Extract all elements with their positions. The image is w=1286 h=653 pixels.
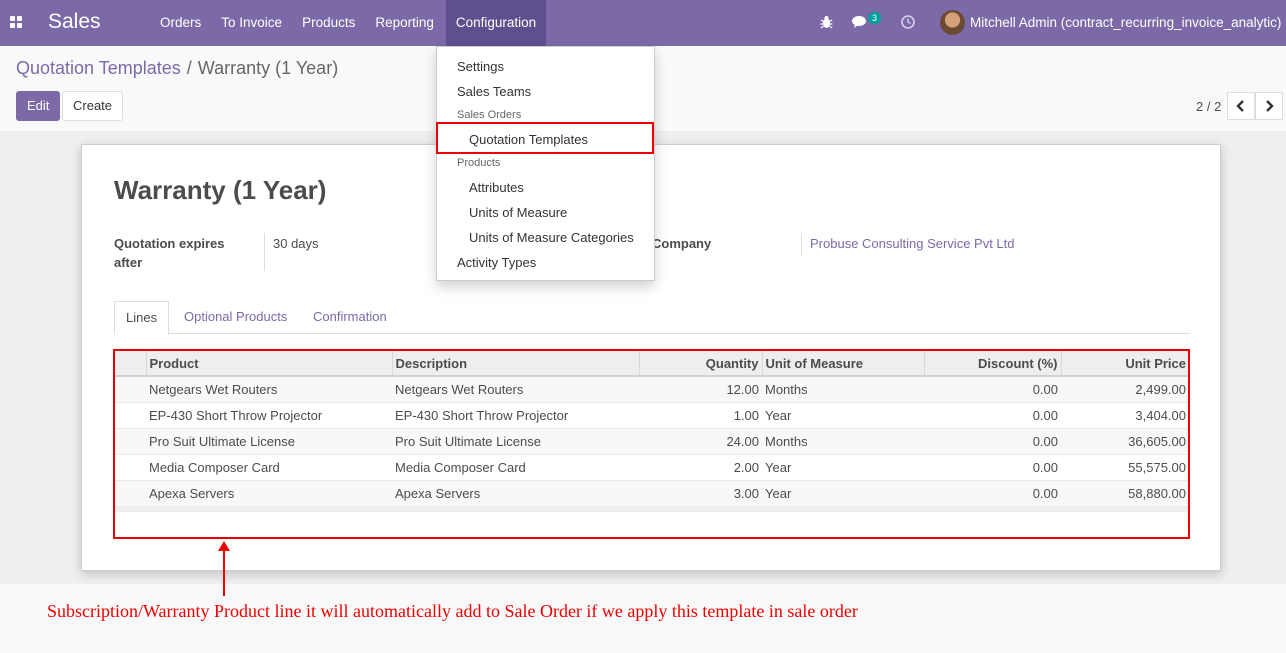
pager-next-button[interactable]	[1255, 92, 1283, 120]
tab-lines[interactable]: Lines	[114, 301, 170, 335]
field-divider	[801, 233, 802, 256]
menu-item-activity-types[interactable]: Activity Types	[457, 255, 536, 270]
notebook-tabs: Lines Optional Products Confirmation	[114, 301, 1190, 335]
menu-highlight-box	[436, 122, 654, 154]
chevron-right-icon	[1266, 100, 1274, 112]
expires-label: Quotation expires after	[114, 236, 225, 270]
field-divider	[264, 233, 265, 271]
company-label: Company	[652, 236, 712, 251]
top-navbar: Sales Orders To Invoice Products Reporti…	[0, 0, 1286, 46]
avatar[interactable]	[940, 10, 965, 35]
chevron-left-icon	[1236, 100, 1244, 112]
apps-icon[interactable]	[10, 16, 22, 28]
configuration-dropdown: Settings Sales Teams Sales Orders Quotat…	[436, 46, 655, 281]
menu-orders[interactable]: Orders	[152, 0, 209, 46]
chat-icon[interactable]	[852, 15, 868, 29]
chat-count-badge: 3	[868, 12, 882, 24]
breadcrumb-parent[interactable]: Quotation Templates	[16, 58, 181, 78]
record-title: Warranty (1 Year)	[114, 175, 327, 205]
arrow-line	[223, 548, 225, 596]
menu-header-sales-orders: Sales Orders	[457, 109, 522, 121]
menu-to-invoice[interactable]: To Invoice	[213, 0, 290, 46]
main-menu: Orders To Invoice Products Reporting Con…	[152, 0, 550, 46]
clock-icon[interactable]	[901, 15, 915, 29]
tab-optional-products[interactable]: Optional Products	[184, 301, 287, 334]
menu-header-products: Products	[457, 157, 501, 169]
menu-reporting[interactable]: Reporting	[367, 0, 442, 46]
pager-value[interactable]: 2 / 2	[1196, 99, 1221, 114]
menu-products[interactable]: Products	[294, 0, 363, 46]
menu-item-sales-teams[interactable]: Sales Teams	[457, 84, 531, 99]
pager-previous-button[interactable]	[1227, 92, 1255, 120]
app-brand[interactable]: Sales	[48, 10, 101, 34]
edit-button[interactable]: Edit	[16, 91, 61, 121]
table-highlight-box	[113, 349, 1190, 539]
menu-item-units-of-measure[interactable]: Units of Measure	[469, 205, 567, 220]
breadcrumb-separator: /	[186, 58, 192, 78]
company-link[interactable]: Probuse Consulting Service Pvt Ltd	[810, 234, 1015, 253]
create-button[interactable]: Create	[62, 91, 124, 121]
annotation-text: Subscription/Warranty Product line it wi…	[47, 601, 858, 621]
menu-configuration[interactable]: Configuration	[445, 0, 547, 46]
tab-confirmation[interactable]: Confirmation	[313, 301, 387, 334]
expires-value[interactable]: 30 days	[273, 234, 319, 253]
menu-item-uom-categories[interactable]: Units of Measure Categories	[469, 230, 634, 245]
menu-item-settings[interactable]: Settings	[457, 59, 504, 74]
breadcrumb: Quotation Templates / Warranty (1 Year)	[16, 58, 338, 79]
menu-item-attributes[interactable]: Attributes	[469, 180, 524, 195]
user-menu[interactable]: Mitchell Admin (contract_recurring_invoi…	[970, 15, 1281, 30]
breadcrumb-current: Warranty (1 Year)	[197, 58, 339, 78]
bug-icon[interactable]	[820, 15, 833, 29]
